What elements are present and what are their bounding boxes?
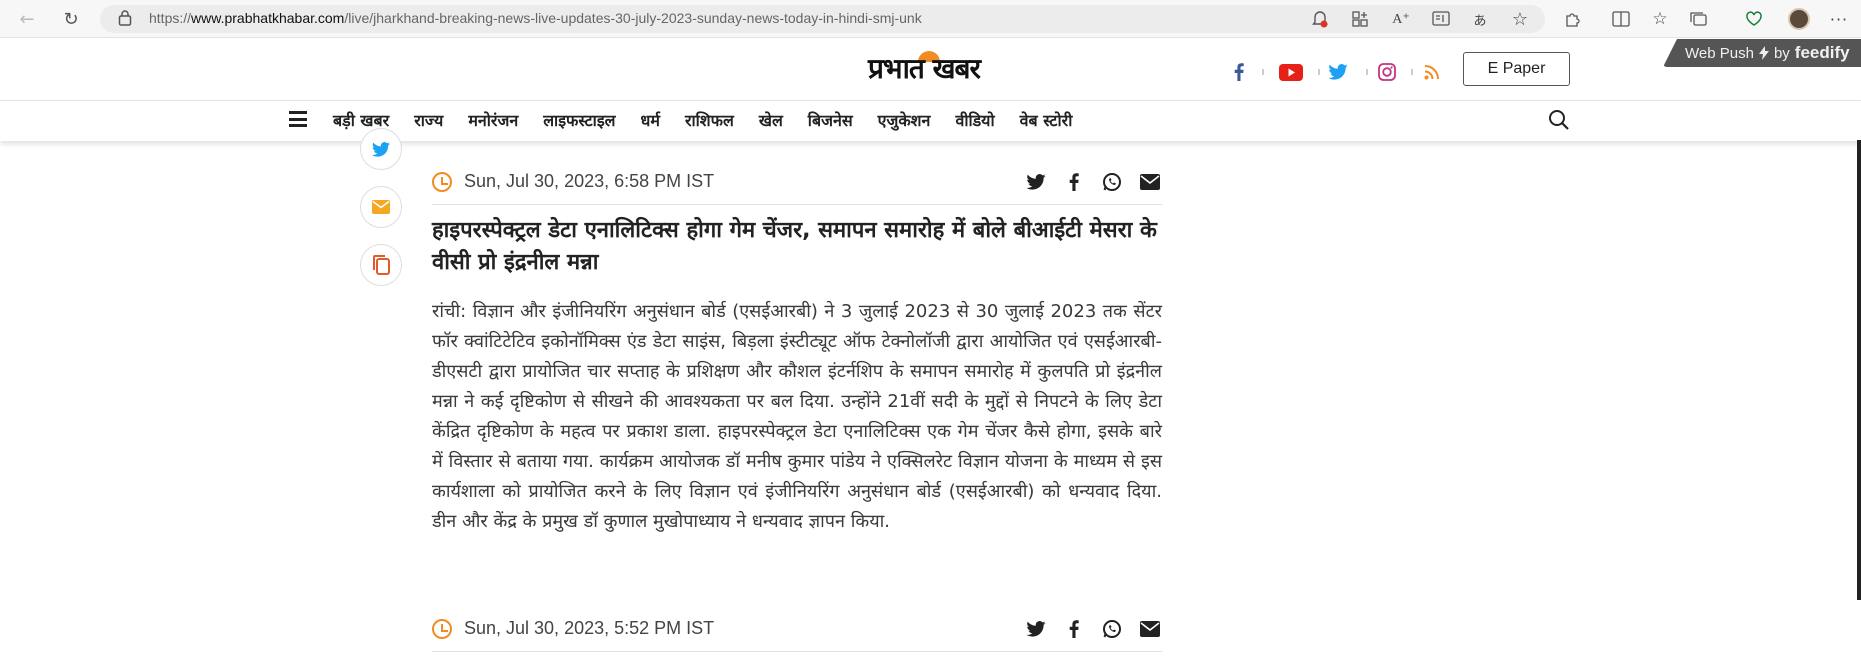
nav-item-rashifal[interactable]: राशिफल	[685, 109, 734, 131]
hamburger-menu-icon[interactable]	[289, 111, 307, 127]
post-divider	[432, 651, 1162, 652]
mail-icon[interactable]	[1138, 170, 1162, 194]
post-meta: Sun, Jul 30, 2023, 5:52 PM IST	[432, 617, 1162, 645]
browser-essentials-icon[interactable]	[1744, 9, 1764, 29]
twitter-icon[interactable]	[1326, 61, 1350, 83]
clock-icon	[432, 619, 452, 639]
youtube-icon[interactable]	[1278, 61, 1304, 83]
social-separator	[1411, 69, 1413, 75]
post-title[interactable]: हाइपरस्पेक्ट्रल डेटा एनालिटिक्स होगा गेम…	[432, 215, 1162, 279]
translate-icon[interactable]: あ	[1470, 9, 1490, 29]
mail-icon[interactable]	[1138, 617, 1162, 641]
immersive-reader-icon[interactable]	[1431, 9, 1451, 29]
reload-icon[interactable]: ↻	[60, 8, 82, 30]
twitter-icon	[372, 141, 390, 157]
more-menu-icon[interactable]: ···	[1829, 9, 1849, 29]
nav-item-khel[interactable]: खेल	[759, 109, 783, 131]
mail-icon	[372, 200, 390, 214]
apps-icon[interactable]	[1350, 9, 1370, 29]
browser-toolbar: ← ↻ https://www.prabhatkhabar.com/live/j…	[0, 0, 1861, 38]
collections-icon[interactable]	[1689, 9, 1709, 29]
social-separator	[1366, 69, 1368, 75]
webpush-label: Web Push	[1685, 44, 1754, 62]
site-logo[interactable]: प्रभात खबर	[868, 49, 981, 87]
twitter-icon[interactable]	[1024, 617, 1048, 641]
post-share-buttons	[1024, 617, 1162, 641]
rail-mail-button[interactable]	[360, 186, 402, 228]
favorite-star-icon[interactable]: ☆	[1510, 9, 1530, 30]
nav-item-rajya[interactable]: राज्य	[414, 109, 443, 131]
post-time: Sun, Jul 30, 2023, 6:58 PM IST	[464, 171, 715, 191]
extensions-icon[interactable]	[1562, 9, 1582, 29]
whatsapp-icon[interactable]	[1100, 170, 1124, 194]
live-post: Sun, Jul 30, 2023, 5:52 PM IST	[432, 617, 1162, 652]
post-meta: Sun, Jul 30, 2023, 6:58 PM IST	[432, 170, 1162, 198]
notifications-blocked-icon[interactable]	[1310, 9, 1330, 29]
post-share-buttons	[1024, 170, 1162, 194]
read-aloud-icon[interactable]: A⁺	[1391, 9, 1411, 29]
url-host: www.prabhatkhabar.com	[191, 10, 345, 26]
post-body: रांची: विज्ञान और इंजीनियरिंग अनुसंधान ब…	[432, 301, 1162, 532]
epaper-button[interactable]: E Paper	[1463, 52, 1570, 86]
rss-icon[interactable]	[1421, 61, 1443, 83]
scrollbar-strip[interactable]	[1857, 140, 1861, 600]
webpush-badge[interactable]: Web Push by feedify	[1663, 39, 1861, 67]
nav-item-lifestyle[interactable]: लाइफस्टाइल	[543, 109, 615, 131]
social-separator	[1262, 69, 1264, 75]
clock-icon	[432, 172, 452, 192]
whatsapp-icon[interactable]	[1100, 617, 1124, 641]
facebook-icon[interactable]	[1062, 170, 1086, 194]
nav-item-manoranjan[interactable]: मनोरंजन	[468, 109, 518, 131]
nav-item-video[interactable]: वीडियो	[955, 109, 994, 131]
split-screen-icon[interactable]	[1611, 9, 1631, 29]
facebook-icon[interactable]	[1228, 61, 1250, 83]
back-icon[interactable]: ←	[16, 8, 38, 30]
instagram-icon[interactable]	[1376, 61, 1398, 83]
social-separator	[1318, 69, 1320, 75]
rail-twitter-button[interactable]	[360, 128, 402, 170]
favorites-icon[interactable]: ☆	[1650, 9, 1670, 29]
category-nav: बड़ी खबर राज्य मनोरंजन लाइफस्टाइल धर्म र…	[0, 101, 1861, 141]
nav-items: बड़ी खबर राज्य मनोरंजन लाइफस्टाइल धर्म र…	[333, 109, 1072, 131]
nav-item-dharm[interactable]: धर्म	[641, 109, 660, 131]
search-icon[interactable]	[1548, 109, 1570, 131]
webpush-brand: feedify	[1794, 43, 1850, 62]
url-path: /live/jharkhand-breaking-news-live-updat…	[344, 10, 922, 26]
nav-item-business[interactable]: बिजनेस	[808, 109, 853, 131]
profile-avatar[interactable]	[1788, 8, 1810, 30]
lightning-icon	[1758, 46, 1769, 60]
url-text[interactable]: https://www.prabhatkhabar.com/live/jhark…	[149, 10, 922, 26]
webpush-by: by	[1773, 44, 1790, 62]
copy-icon	[373, 255, 390, 275]
facebook-icon[interactable]	[1062, 617, 1086, 641]
rail-copy-button[interactable]	[360, 244, 402, 286]
nav-item-education[interactable]: एजुकेशन	[878, 109, 931, 131]
lock-icon[interactable]	[118, 9, 132, 27]
post-time: Sun, Jul 30, 2023, 5:52 PM IST	[464, 618, 715, 638]
twitter-icon[interactable]	[1024, 170, 1048, 194]
nav-item-web-story[interactable]: वेब स्टोरी	[1020, 109, 1073, 131]
site-header: प्रभात खबर E Paper	[0, 39, 1861, 101]
post-divider	[432, 204, 1162, 205]
url-prefix: https://	[149, 10, 192, 26]
live-post: Sun, Jul 30, 2023, 6:58 PM IST हाइपरस्पे…	[432, 170, 1162, 537]
